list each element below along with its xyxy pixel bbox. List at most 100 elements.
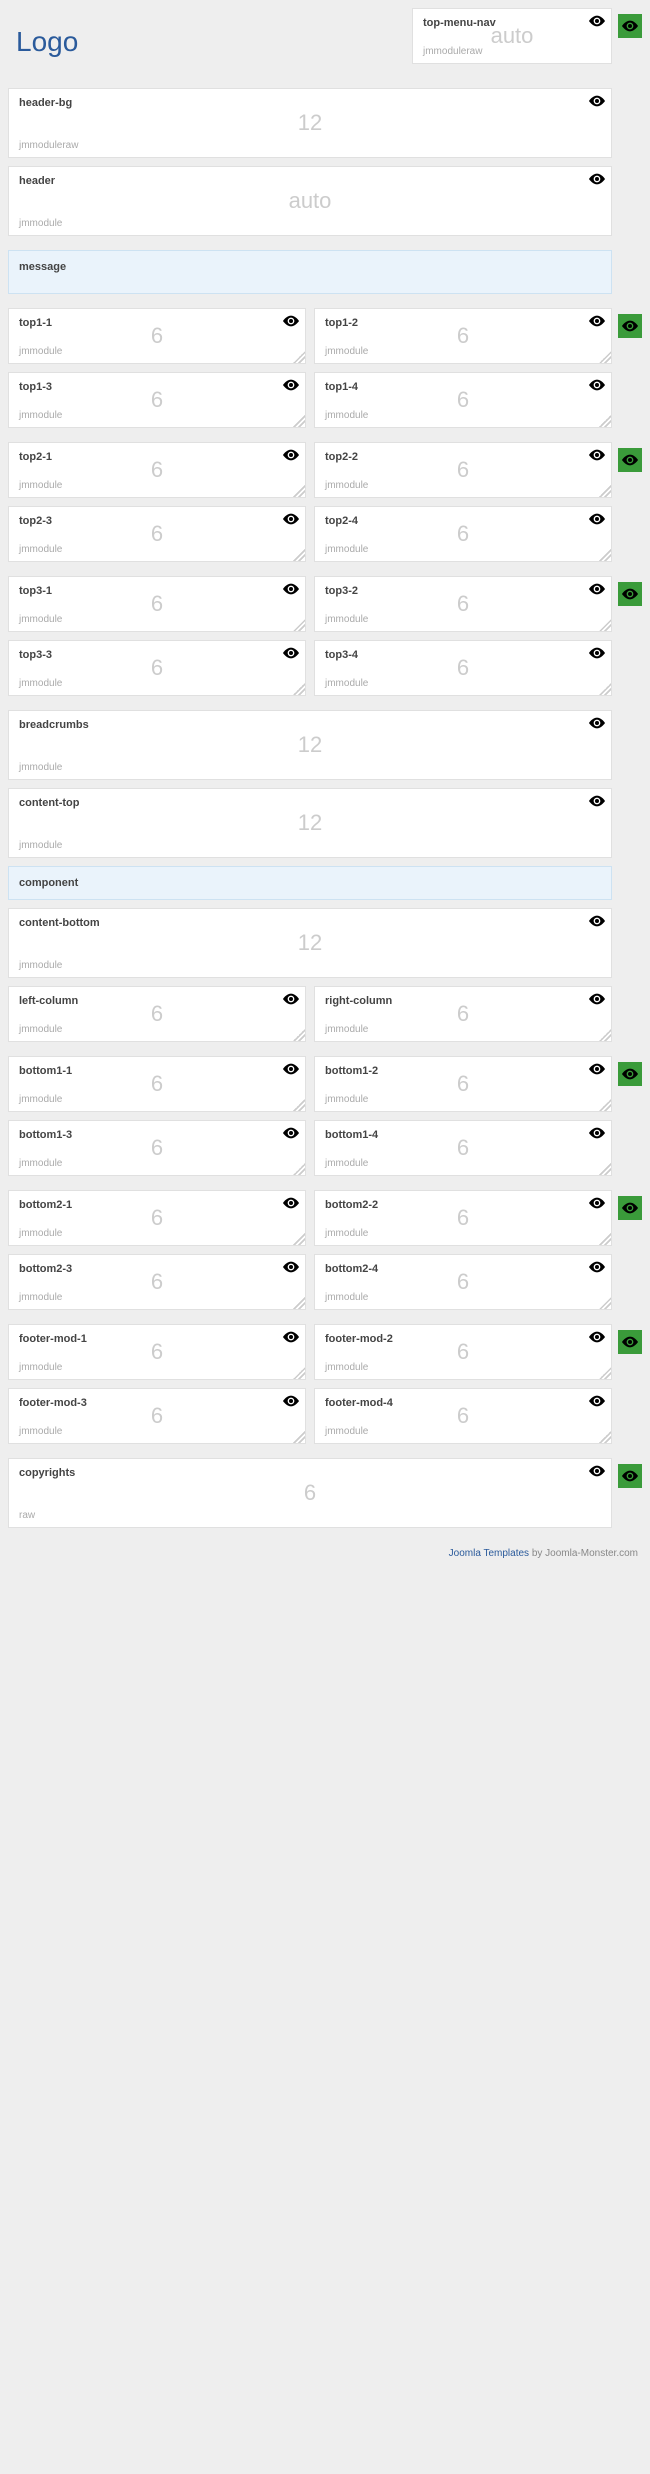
position-top2-3[interactable]: top2-36jmmodule: [8, 506, 306, 562]
eye-icon[interactable]: [283, 1063, 299, 1075]
section-toggle-bottom1[interactable]: [618, 1062, 642, 1086]
eye-icon[interactable]: [589, 1331, 605, 1343]
resize-handle[interactable]: [599, 415, 611, 427]
eye-icon[interactable]: [589, 95, 605, 107]
eye-icon[interactable]: [283, 1197, 299, 1209]
section-toggle-top1[interactable]: [618, 314, 642, 338]
resize-handle[interactable]: [599, 1297, 611, 1309]
eye-icon[interactable]: [589, 583, 605, 595]
position-content-bottom[interactable]: content-bottom 12 jmmodule: [8, 908, 612, 978]
eye-icon[interactable]: [283, 315, 299, 327]
position-bottom2-1[interactable]: bottom2-16jmmodule: [8, 1190, 306, 1246]
section-toggle-header[interactable]: [618, 14, 642, 38]
eye-icon[interactable]: [589, 1465, 605, 1477]
resize-handle[interactable]: [599, 485, 611, 497]
resize-handle[interactable]: [293, 1297, 305, 1309]
eye-icon[interactable]: [589, 647, 605, 659]
resize-handle[interactable]: [293, 1029, 305, 1041]
resize-handle[interactable]: [599, 683, 611, 695]
eye-icon[interactable]: [589, 1261, 605, 1273]
resize-handle[interactable]: [599, 1029, 611, 1041]
position-top2-4[interactable]: top2-46jmmodule: [314, 506, 612, 562]
position-footer-mod-3[interactable]: footer-mod-36jmmodule: [8, 1388, 306, 1444]
resize-handle[interactable]: [293, 415, 305, 427]
position-top3-1[interactable]: top3-16jmmodule: [8, 576, 306, 632]
eye-icon[interactable]: [283, 1127, 299, 1139]
eye-icon[interactable]: [283, 583, 299, 595]
eye-icon[interactable]: [589, 1197, 605, 1209]
position-top1-2[interactable]: top1-26jmmodule: [314, 308, 612, 364]
eye-icon[interactable]: [283, 1331, 299, 1343]
resize-handle[interactable]: [293, 1163, 305, 1175]
section-toggle-bottom2[interactable]: [618, 1196, 642, 1220]
section-toggle-footer-mod[interactable]: [618, 1330, 642, 1354]
eye-icon[interactable]: [589, 1127, 605, 1139]
eye-icon[interactable]: [283, 379, 299, 391]
resize-handle[interactable]: [599, 619, 611, 631]
resize-handle[interactable]: [599, 1367, 611, 1379]
resize-handle[interactable]: [599, 1099, 611, 1111]
section-toggle-top2[interactable]: [618, 448, 642, 472]
eye-icon[interactable]: [589, 513, 605, 525]
resize-handle[interactable]: [293, 683, 305, 695]
position-top1-3[interactable]: top1-36jmmodule: [8, 372, 306, 428]
resize-handle[interactable]: [293, 485, 305, 497]
position-top2-2[interactable]: top2-26jmmodule: [314, 442, 612, 498]
position-content-top[interactable]: content-top 12 jmmodule: [8, 788, 612, 858]
resize-handle[interactable]: [599, 549, 611, 561]
position-top2-1[interactable]: top2-16jmmodule: [8, 442, 306, 498]
position-bottom2-3[interactable]: bottom2-36jmmodule: [8, 1254, 306, 1310]
position-footer-mod-4[interactable]: footer-mod-46jmmodule: [314, 1388, 612, 1444]
position-left-column[interactable]: left-column 6 jmmodule: [8, 986, 306, 1042]
resize-handle[interactable]: [293, 549, 305, 561]
eye-icon[interactable]: [283, 647, 299, 659]
eye-icon[interactable]: [589, 1395, 605, 1407]
eye-icon[interactable]: [283, 1395, 299, 1407]
eye-icon[interactable]: [589, 315, 605, 327]
position-footer-mod-2[interactable]: footer-mod-26jmmodule: [314, 1324, 612, 1380]
position-top3-2[interactable]: top3-26jmmodule: [314, 576, 612, 632]
position-top1-1[interactable]: top1-16jmmodule: [8, 308, 306, 364]
position-top3-3[interactable]: top3-36jmmodule: [8, 640, 306, 696]
position-header-bg[interactable]: header-bg 12 jmmoduleraw: [8, 88, 612, 158]
resize-handle[interactable]: [599, 351, 611, 363]
position-bottom1-2[interactable]: bottom1-26jmmodule: [314, 1056, 612, 1112]
section-toggle-copyrights[interactable]: [618, 1464, 642, 1488]
eye-icon[interactable]: [283, 449, 299, 461]
position-copyrights[interactable]: copyrights 6 raw: [8, 1458, 612, 1528]
eye-icon[interactable]: [589, 173, 605, 185]
resize-handle[interactable]: [599, 1233, 611, 1245]
resize-handle[interactable]: [293, 1431, 305, 1443]
resize-handle[interactable]: [293, 351, 305, 363]
eye-icon[interactable]: [589, 717, 605, 729]
eye-icon[interactable]: [283, 1261, 299, 1273]
position-bottom2-2[interactable]: bottom2-26jmmodule: [314, 1190, 612, 1246]
resize-handle[interactable]: [293, 1233, 305, 1245]
position-top3-4[interactable]: top3-46jmmodule: [314, 640, 612, 696]
footer-credit-link[interactable]: Joomla Templates: [449, 1548, 529, 1559]
section-toggle-top3[interactable]: [618, 582, 642, 606]
resize-handle[interactable]: [599, 1431, 611, 1443]
position-footer-mod-1[interactable]: footer-mod-16jmmodule: [8, 1324, 306, 1380]
position-right-column[interactable]: right-column 6 jmmodule: [314, 986, 612, 1042]
eye-icon[interactable]: [589, 449, 605, 461]
resize-handle[interactable]: [293, 1367, 305, 1379]
resize-handle[interactable]: [599, 1163, 611, 1175]
position-bottom1-4[interactable]: bottom1-46jmmodule: [314, 1120, 612, 1176]
position-top-menu-nav[interactable]: top-menu-nav auto jmmoduleraw: [412, 8, 612, 64]
eye-icon[interactable]: [589, 379, 605, 391]
position-bottom1-3[interactable]: bottom1-36jmmodule: [8, 1120, 306, 1176]
position-bottom2-4[interactable]: bottom2-46jmmodule: [314, 1254, 612, 1310]
resize-handle[interactable]: [293, 619, 305, 631]
position-top1-4[interactable]: top1-46jmmodule: [314, 372, 612, 428]
eye-icon[interactable]: [589, 993, 605, 1005]
eye-icon[interactable]: [589, 15, 605, 27]
eye-icon[interactable]: [283, 513, 299, 525]
eye-icon[interactable]: [589, 915, 605, 927]
position-bottom1-1[interactable]: bottom1-16jmmodule: [8, 1056, 306, 1112]
resize-handle[interactable]: [293, 1099, 305, 1111]
position-breadcrumbs[interactable]: breadcrumbs 12 jmmodule: [8, 710, 612, 780]
eye-icon[interactable]: [589, 795, 605, 807]
eye-icon[interactable]: [589, 1063, 605, 1075]
eye-icon[interactable]: [283, 993, 299, 1005]
